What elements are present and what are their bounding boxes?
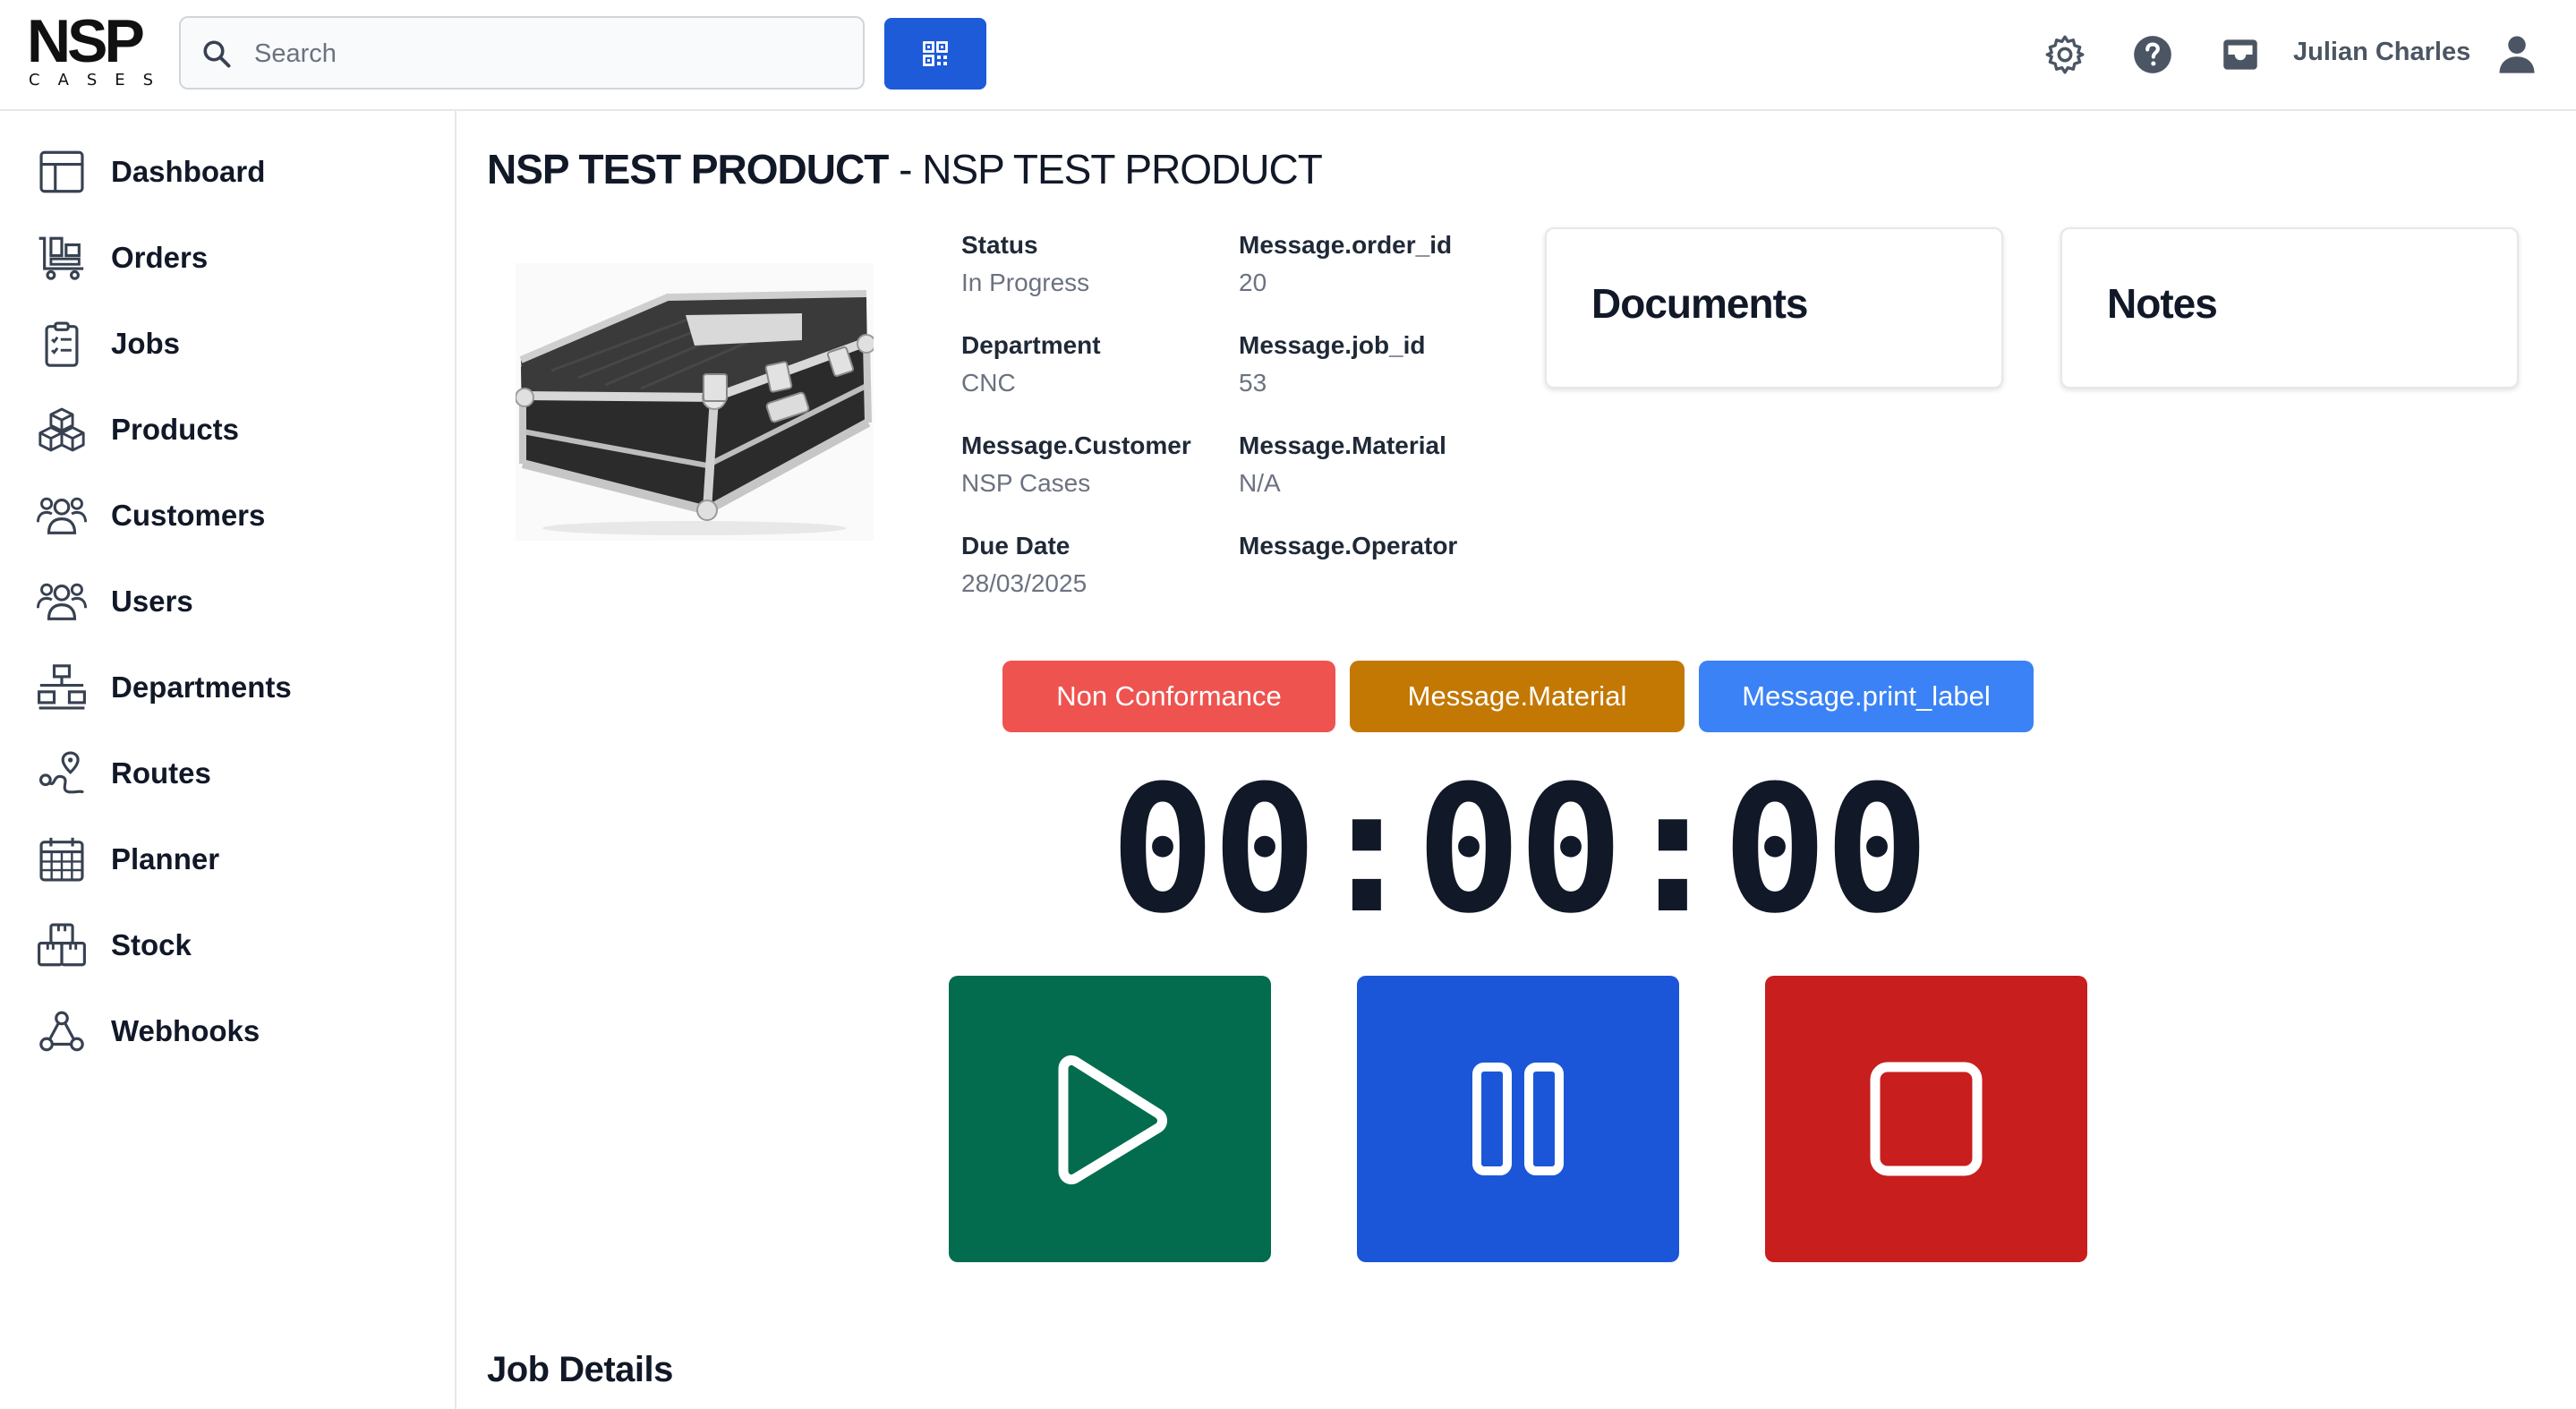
detail-label: Department (961, 331, 1101, 359)
planner-icon (39, 837, 84, 882)
sidebar-item-webhooks[interactable]: Webhooks (36, 1004, 430, 1058)
search-icon (203, 40, 231, 68)
detail-label: Message.order_id (1239, 231, 1453, 259)
logo-subtext: CASES (29, 71, 172, 90)
jobs-icon (45, 321, 79, 367)
detail-due-date: Due Date 28/03/2025 (961, 532, 1239, 598)
notes-card[interactable]: Notes (2060, 227, 2519, 389)
detail-order-id: Message.order_id 20 (1239, 231, 1516, 297)
logo-text: NSP (27, 7, 145, 75)
detail-customer: Message.Customer NSP Cases (961, 431, 1239, 498)
sidebar-item-label: Products (111, 413, 240, 446)
sidebar-item-departments[interactable]: Departments (36, 661, 430, 714)
top-header: NSP CASES Juli (0, 0, 2576, 111)
detail-material: Message.Material N/A (1239, 431, 1516, 498)
print-label-button[interactable]: Message.print_label (1699, 661, 2034, 732)
detail-label: Message.Customer (961, 431, 1191, 459)
detail-label: Status (961, 231, 1038, 259)
product-image (516, 263, 874, 541)
job-timer: 00:00:00 (1110, 748, 1930, 952)
sidebar-item-label: Departments (111, 670, 292, 704)
detail-label: Message.Material (1239, 431, 1446, 459)
search-box (179, 16, 865, 90)
sidebar: Dashboard Orders Jobs Products Customers… (0, 111, 456, 1409)
non-conformance-button[interactable]: Non Conformance (1002, 661, 1335, 732)
pause-button[interactable] (1357, 976, 1679, 1262)
product-code: NSP TEST PRODUCT (487, 146, 889, 192)
sidebar-item-label: Customers (111, 499, 266, 532)
sidebar-item-label: Planner (111, 842, 220, 875)
help-icon[interactable] (2130, 32, 2175, 77)
detail-value: NSP Cases (961, 469, 1091, 497)
users-icon (36, 583, 88, 620)
products-icon (38, 407, 85, 452)
sidebar-item-label: Dashboard (111, 155, 266, 188)
material-button[interactable]: Message.Material (1350, 661, 1685, 732)
detail-label: Message.Operator (1239, 532, 1458, 559)
detail-label: Due Date (961, 532, 1070, 559)
page-title: NSP TEST PRODUCT - NSP TEST PRODUCT (487, 145, 1323, 193)
detail-value: 20 (1239, 269, 1267, 296)
pause-icon (1472, 1063, 1564, 1175)
documents-card-title: Documents (1591, 280, 1808, 327)
sidebar-item-label: Orders (111, 241, 209, 274)
stop-button[interactable] (1765, 976, 2087, 1262)
settings-icon[interactable] (2043, 32, 2087, 77)
detail-operator: Message.Operator (1239, 532, 1516, 569)
detail-value: In Progress (961, 269, 1090, 296)
dashboard-icon (39, 150, 84, 193)
sidebar-item-dashboard[interactable]: Dashboard (36, 145, 430, 199)
inbox-icon[interactable] (2218, 32, 2263, 77)
detail-value: 53 (1239, 369, 1267, 397)
detail-status: Status In Progress (961, 231, 1239, 297)
detail-value: CNC (961, 369, 1016, 397)
orders-icon (38, 236, 84, 280)
sidebar-item-label: Stock (111, 928, 192, 961)
sidebar-item-routes[interactable]: Routes (36, 747, 430, 800)
stop-icon (1870, 1062, 1983, 1176)
documents-card[interactable]: Documents (1545, 227, 2003, 389)
detail-value: N/A (1239, 469, 1281, 497)
job-details-heading: Job Details (487, 1350, 673, 1389)
routes-icon (38, 751, 84, 794)
sidebar-item-jobs[interactable]: Jobs (36, 317, 430, 371)
user-icon[interactable] (2494, 30, 2540, 77)
detail-value: 28/03/2025 (961, 569, 1088, 597)
stock-icon (38, 923, 86, 967)
user-name[interactable]: Julian Charles (2293, 38, 2470, 67)
customers-icon (36, 497, 88, 534)
sidebar-item-stock[interactable]: Stock (36, 918, 430, 972)
sidebar-item-planner[interactable]: Planner (36, 833, 430, 886)
search-input[interactable] (252, 18, 847, 90)
sidebar-item-products[interactable]: Products (36, 403, 430, 457)
sidebar-item-users[interactable]: Users (36, 575, 430, 628)
sidebar-item-label: Webhooks (111, 1014, 260, 1047)
departments-icon (38, 664, 86, 710)
qr-code-icon (923, 41, 948, 66)
play-icon (1058, 1055, 1167, 1185)
detail-department: Department CNC (961, 331, 1239, 397)
product-name: - NSP TEST PRODUCT (899, 146, 1323, 192)
notes-card-title: Notes (2107, 280, 2218, 327)
sidebar-item-label: Users (111, 585, 193, 618)
webhooks-icon (39, 1011, 84, 1052)
sidebar-item-customers[interactable]: Customers (36, 489, 430, 542)
qr-scan-button[interactable] (884, 18, 986, 90)
sidebar-item-orders[interactable]: Orders (36, 231, 430, 285)
detail-label: Message.job_id (1239, 331, 1426, 359)
sidebar-item-label: Routes (111, 756, 211, 790)
nsp-cases-logo[interactable]: NSP CASES (27, 11, 166, 91)
detail-job-id: Message.job_id 53 (1239, 331, 1516, 397)
sidebar-item-label: Jobs (111, 327, 181, 360)
start-button[interactable] (949, 976, 1271, 1262)
